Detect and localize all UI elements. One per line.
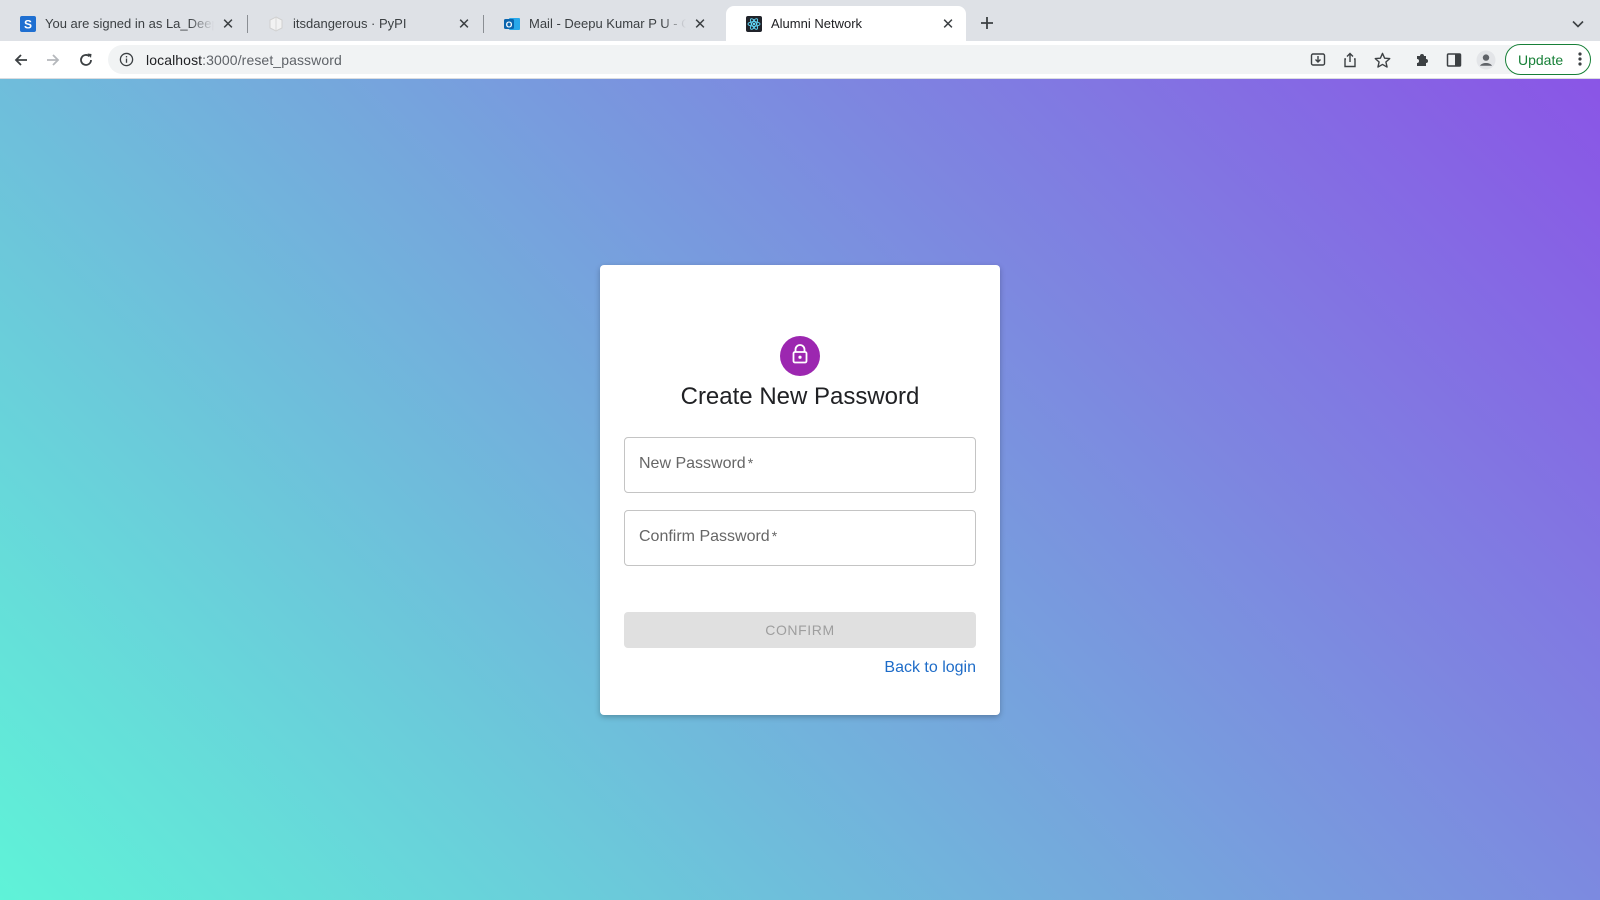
tab-title: You are signed in as La_Deepu [45, 16, 214, 31]
url-text[interactable]: localhost:3000/reset_password [146, 52, 342, 68]
svg-text:S: S [24, 17, 32, 31]
back-to-login-link[interactable]: Back to login [884, 659, 976, 677]
tab-title: itsdangerous · PyPI [293, 16, 407, 31]
page-background: Create New Password New Password * Confir… [0, 79, 1600, 900]
new-tab-icon[interactable] [976, 12, 998, 34]
pypi-icon [268, 15, 284, 32]
react-icon [746, 15, 762, 32]
back-arrow-icon[interactable] [9, 48, 33, 72]
info-icon[interactable] [118, 52, 134, 68]
new-password-label-text: New Password [639, 455, 746, 472]
profile-avatar-icon[interactable] [1474, 48, 1498, 72]
forward-arrow-icon[interactable] [41, 48, 65, 72]
install-app-icon[interactable] [1306, 48, 1330, 72]
tab-strip: S You are signed in as La_Deepu ✕ itsdan… [0, 0, 1600, 41]
chevron-down-icon[interactable] [1568, 14, 1588, 34]
new-password-field[interactable]: New Password * [624, 437, 976, 493]
tab-title: Alumni Network [771, 16, 863, 31]
lock-avatar [780, 336, 820, 376]
outlook-icon: O [504, 16, 520, 32]
extensions-puzzle-icon[interactable] [1410, 48, 1434, 72]
reload-icon[interactable] [74, 48, 98, 72]
url-path: :3000/reset_password [202, 51, 342, 68]
tab-title: Mail - Deepu Kumar P U - Outlook [529, 16, 686, 31]
new-password-label: New Password * [639, 455, 753, 473]
url-host: localhost [146, 51, 203, 68]
tab-alumni-network[interactable]: Alumni Network ✕ [726, 6, 966, 41]
close-icon[interactable]: ✕ [940, 16, 956, 33]
required-marker: * [747, 455, 754, 471]
confirm-password-label-text: Confirm Password [639, 528, 770, 545]
confirm-password-field[interactable]: Confirm Password * [624, 510, 976, 566]
confirm-button[interactable]: CONFIRM [624, 612, 976, 648]
kebab-menu-icon[interactable] [1578, 51, 1582, 70]
update-button[interactable]: Update [1505, 44, 1591, 75]
tab-outlook[interactable]: O Mail - Deepu Kumar P U - Outlook ✕ [484, 6, 718, 41]
close-icon[interactable]: ✕ [220, 16, 236, 33]
reset-password-card: Create New Password New Password * Confir… [600, 265, 1000, 715]
confirm-password-label: Confirm Password * [639, 528, 777, 546]
share-icon[interactable] [1338, 48, 1362, 72]
close-icon[interactable]: ✕ [692, 16, 708, 33]
update-label: Update [1518, 51, 1564, 68]
required-marker: * [771, 528, 778, 544]
page-title: Create New Password [680, 383, 920, 410]
s-logo-icon: S [20, 15, 36, 32]
tab-pypi[interactable]: itsdangerous · PyPI ✕ [248, 6, 482, 41]
tab-signed-in[interactable]: S You are signed in as La_Deepu ✕ [0, 6, 246, 41]
lock-icon [790, 343, 810, 370]
side-panel-icon[interactable] [1442, 48, 1466, 72]
svg-text:O: O [506, 19, 513, 29]
browser-toolbar: localhost:3000/reset_password Update [0, 41, 1600, 79]
bookmark-star-icon[interactable] [1370, 48, 1394, 72]
close-icon[interactable]: ✕ [456, 16, 472, 33]
